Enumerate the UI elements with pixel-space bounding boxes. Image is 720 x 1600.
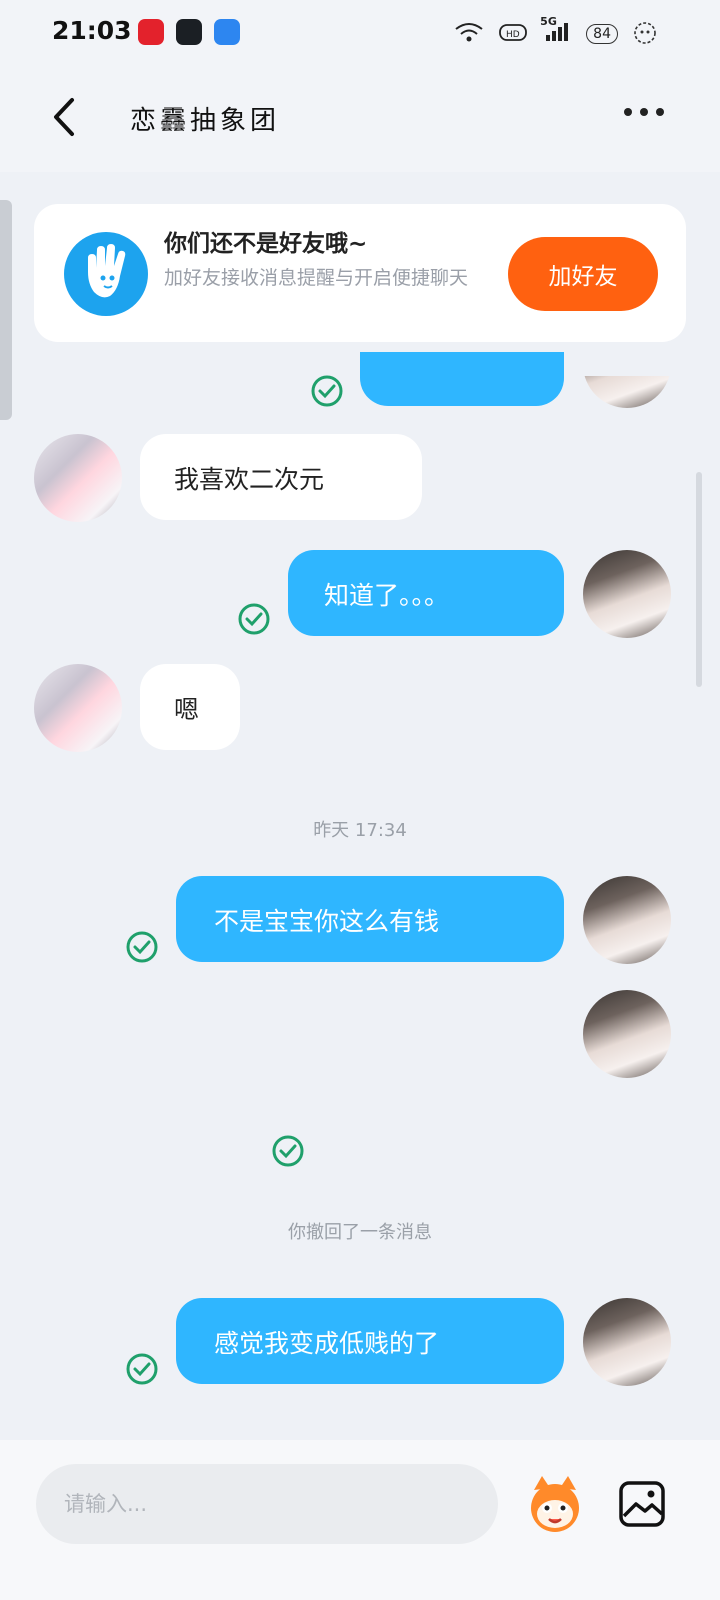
mascot-status-icon xyxy=(632,20,658,48)
timestamp: 昨天 17:34 xyxy=(313,820,407,841)
chat-title: 恋䨺抽象团 xyxy=(130,106,281,136)
chat-header: 恋䨺抽象团 xyxy=(0,66,720,172)
my-avatar[interactable] xyxy=(583,990,671,1078)
signal-icon: 5G xyxy=(540,15,572,47)
mascot-emoji-icon[interactable] xyxy=(522,1472,588,1538)
add-friend-card: 你们还不是好友哦~ 加好友接收消息提醒与开启便捷聊天 加好友 xyxy=(34,204,686,342)
image-icon[interactable] xyxy=(618,1480,666,1528)
app-notification-icon-red xyxy=(138,19,164,45)
my-avatar[interactable] xyxy=(583,550,671,638)
my-avatar[interactable] xyxy=(583,1298,671,1386)
sent-check-icon xyxy=(311,375,343,407)
contact-avatar[interactable] xyxy=(34,434,122,522)
status-icons: HD 5G 84 xyxy=(454,15,658,48)
signal-type: 5G xyxy=(540,15,557,28)
sent-check-icon xyxy=(126,1353,158,1385)
more-dot xyxy=(624,108,632,116)
message-bubble-outgoing[interactable]: 感觉我变成低贱的了 xyxy=(176,1298,564,1384)
message-bubble-outgoing[interactable]: 不是宝宝你这么有钱 xyxy=(176,876,564,962)
sent-check-icon xyxy=(272,1135,304,1167)
contact-avatar[interactable] xyxy=(34,664,122,752)
wifi-icon xyxy=(454,21,484,47)
more-options-button[interactable] xyxy=(624,108,664,116)
status-time: 21:03 xyxy=(52,16,132,45)
hd-call-icon: HD xyxy=(498,21,528,47)
card-title: 你们还不是好友哦~ xyxy=(164,231,368,257)
message-bubble-incoming[interactable]: 我喜欢二次元 xyxy=(140,434,422,520)
back-button[interactable] xyxy=(48,96,82,138)
app-notification-icon-blue xyxy=(214,19,240,45)
add-friend-button[interactable]: 加好友 xyxy=(508,237,658,311)
message-input[interactable] xyxy=(36,1464,498,1544)
recall-notice: 你撤回了一条消息 xyxy=(288,1222,432,1243)
sent-check-icon xyxy=(126,931,158,963)
app-notification-icon-dark xyxy=(176,19,202,45)
more-dot xyxy=(640,108,648,116)
my-avatar[interactable] xyxy=(583,876,671,964)
battery-indicator: 84 xyxy=(586,24,618,44)
chevron-left-icon xyxy=(54,98,74,136)
edge-handle[interactable] xyxy=(0,200,12,420)
card-subtitle: 加好友接收消息提醒与开启便捷聊天 xyxy=(164,267,469,289)
svg-text:HD: HD xyxy=(506,30,520,40)
status-bar: 21:03 HD 5G 84 xyxy=(0,0,720,66)
message-bubble-incoming[interactable]: 嗯 xyxy=(140,664,240,750)
scrollbar[interactable] xyxy=(696,472,702,687)
message-bubble-partial[interactable] xyxy=(360,352,564,406)
message-list[interactable]: 你们还不是好友哦~ 加好友接收消息提醒与开启便捷聊天 加好友 我喜欢二次元 知道… xyxy=(0,172,720,1462)
sent-check-icon xyxy=(238,603,270,635)
composer-bar xyxy=(0,1440,720,1600)
message-bubble-outgoing[interactable]: 知道了。。。 xyxy=(288,550,564,636)
hand-wave-icon xyxy=(64,232,148,316)
more-dot xyxy=(656,108,664,116)
